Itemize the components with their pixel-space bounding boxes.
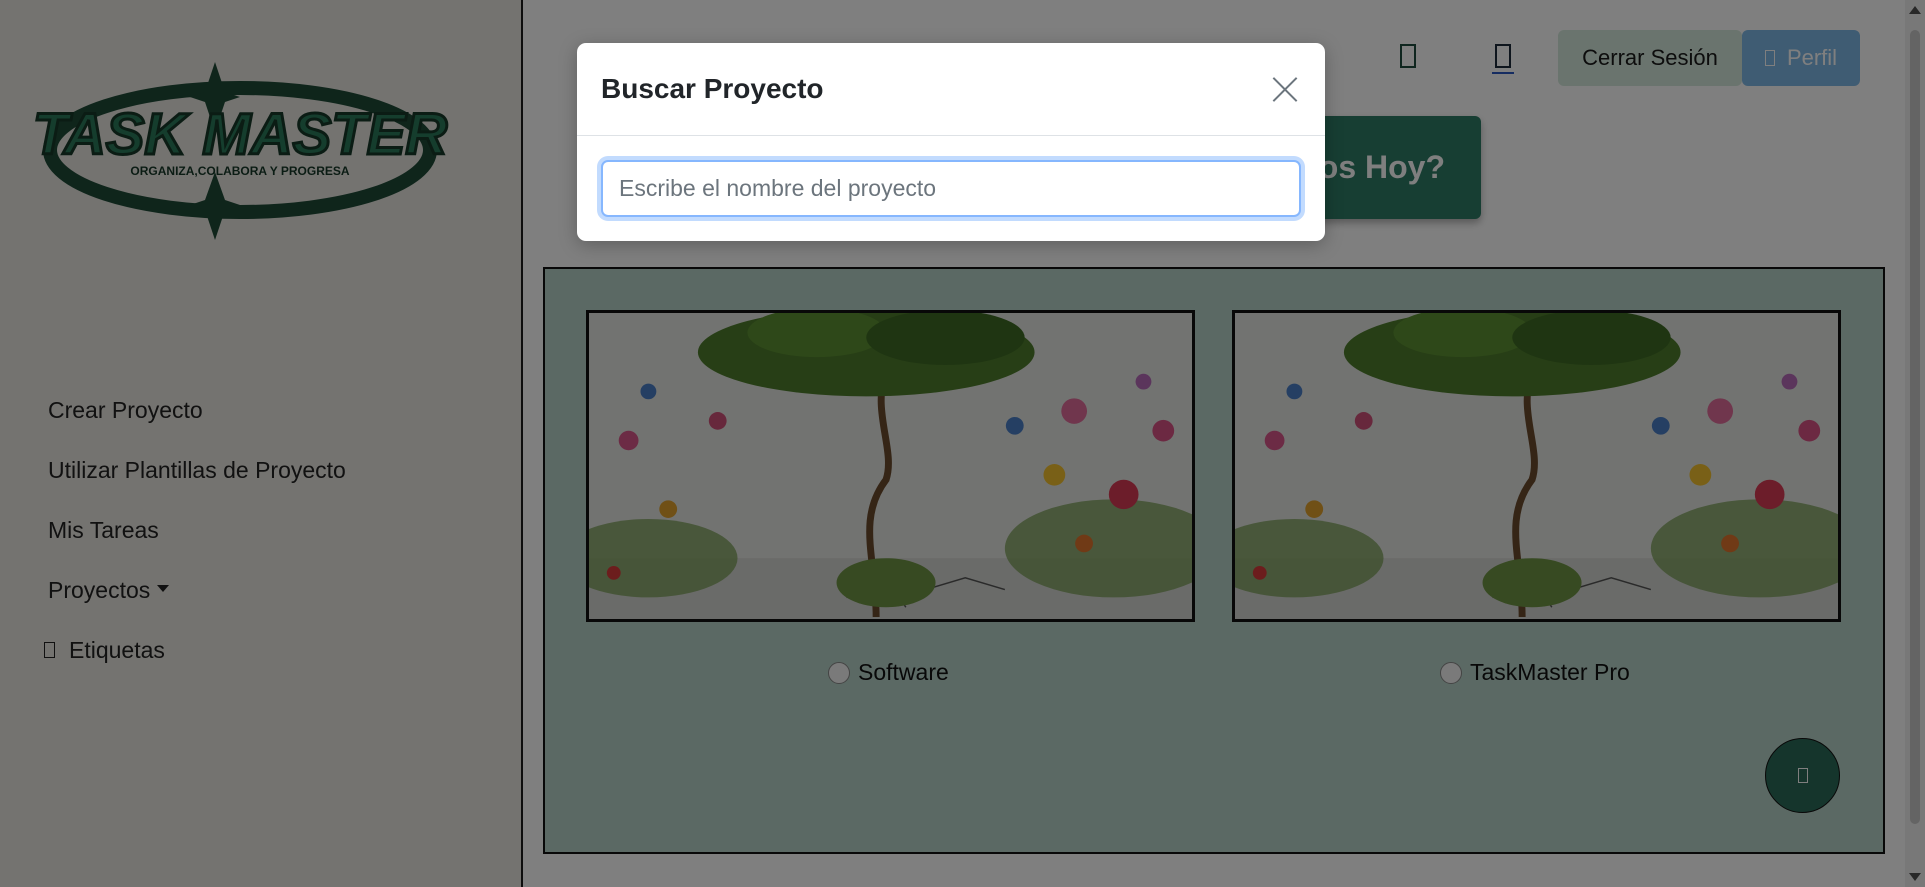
- project-search-input[interactable]: [601, 160, 1301, 217]
- close-icon[interactable]: [1267, 71, 1303, 107]
- search-project-modal: Buscar Proyecto: [577, 43, 1325, 241]
- modal-body: [577, 136, 1325, 217]
- modal-header: Buscar Proyecto: [577, 43, 1325, 136]
- modal-title: Buscar Proyecto: [601, 73, 824, 104]
